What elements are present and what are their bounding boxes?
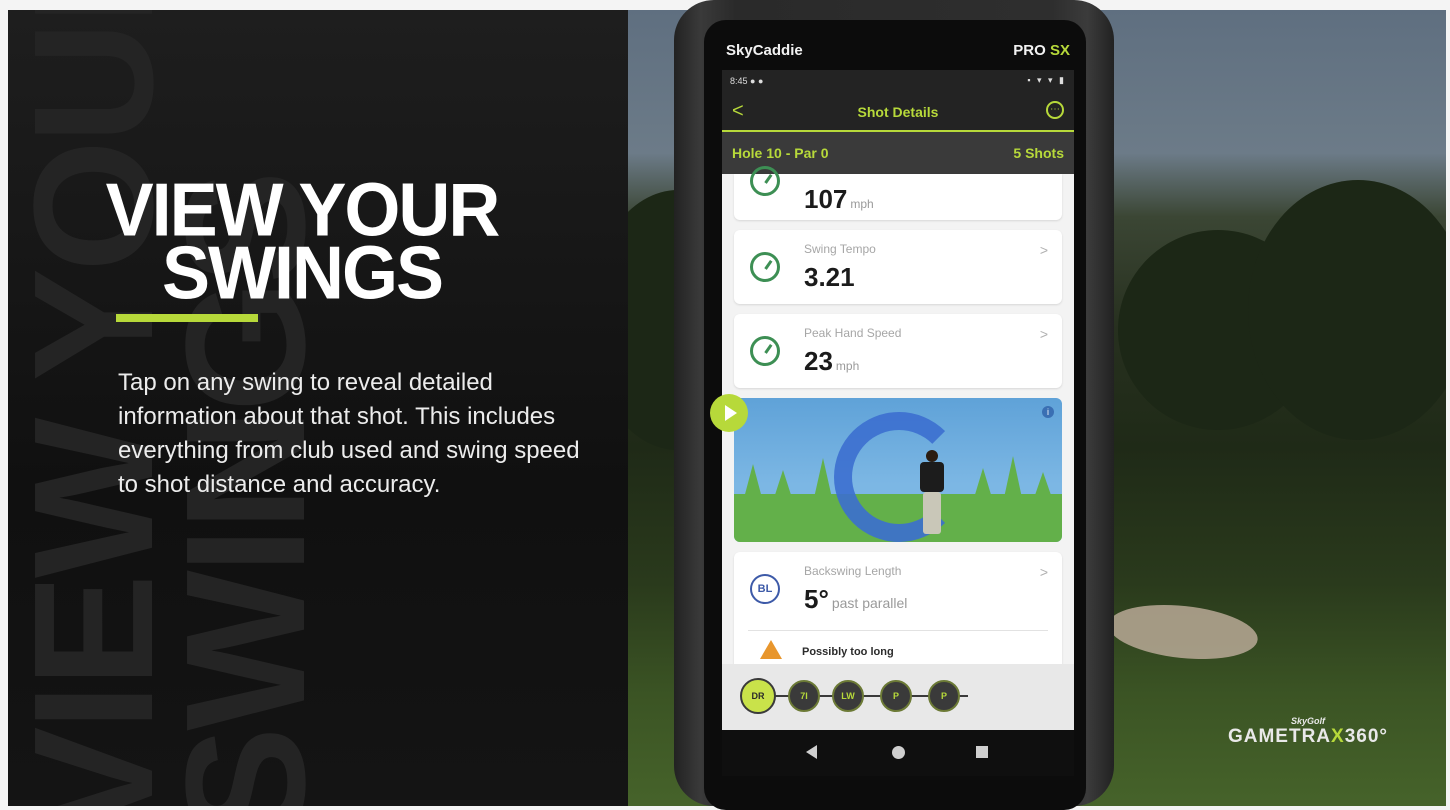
gametrax-logo: GAMETRAX360° [1208,726,1408,748]
skygolf-logo-text: SkyGolf [1290,716,1325,726]
more-options-icon[interactable]: ⋯ [1046,101,1064,119]
status-time: 8:45 ● ● [730,76,764,86]
accent-divider [116,314,258,322]
gametrax-logo-part: GAMETRA [1227,726,1332,747]
shot-count: 5 Shots [1013,145,1064,161]
chevron-right-icon: > [1039,242,1048,258]
club-chip-lw[interactable]: LW [832,680,864,712]
app-header: < Shot Details ⋯ [722,92,1074,132]
gauge-icon [750,336,780,366]
status-icons: ▪ ▾ ▾ ▮ [1027,75,1066,85]
metric-unit: past parallel [831,595,908,611]
hole-par-label: Hole 10 - Par 0 [732,145,829,161]
nav-home-icon[interactable] [892,746,905,759]
warning-icon [760,640,782,659]
metric-number: 23 [804,346,833,376]
nav-back-icon[interactable] [806,745,817,759]
divider [748,630,1048,631]
app-screen: 8:45 ● ● ▪ ▾ ▾ ▮ < Shot Details ⋯ Hole 1… [722,70,1074,730]
metric-number: 3.21 [804,262,855,292]
metric-number: 107 [804,184,848,214]
club-selector-bar: DR 7I LW P P [722,664,1074,730]
metric-card-swing-tempo[interactable]: Swing Tempo 3.21 > [734,230,1062,304]
club-chip-p[interactable]: P [928,680,960,712]
metric-value: 23 mph [804,346,859,377]
chevron-right-icon: > [1039,564,1048,580]
metric-value: 107 mph [804,184,874,215]
model-suffix: SX [1049,42,1070,59]
golfer-figure [923,492,941,534]
play-icon[interactable] [710,394,748,432]
golfer-figure [926,450,938,462]
metric-value: 5° past parallel [804,584,907,615]
device-brand-bar: SkyCaddie PRO SX [722,42,1070,60]
metric-value: 3.21 [804,262,855,293]
warning-text: Possibly too long [802,646,894,658]
android-navigation-bar [722,730,1074,776]
screen-title: Shot Details [857,104,939,120]
tree-graphic [814,458,832,498]
swing-animation-panel[interactable]: i [734,398,1062,542]
tree-graphic [744,464,762,498]
metric-card-backswing-length[interactable]: BL Backswing Length 5° past parallel > Po… [734,552,1062,664]
tree-graphic [1004,456,1022,498]
metric-number: 5° [804,584,829,614]
swing-path-arc [834,412,964,542]
metric-card-swing-speed[interactable]: 107 mph [734,166,1062,220]
left-panel: VIEW YOUR SWINGS VIEW YOUR SWINGS Tap on… [8,10,628,806]
hole-info-bar: Hole 10 - Par 0 5 Shots [722,132,1074,174]
gametrax-branding: SkyGolf GAMETRAX360° [1208,716,1408,748]
metric-label: Swing Tempo [804,242,876,256]
backswing-length-icon: BL [750,574,780,604]
gauge-icon [750,252,780,282]
sand-bunker [1105,598,1261,666]
golfer-figure [920,462,944,492]
description-text: Tap on any swing to reveal detailed info… [118,369,580,498]
metric-label: Backswing Length [804,564,902,578]
gauge-icon [750,166,780,196]
model-prefix: PRO [1013,42,1046,59]
metric-card-peak-hand-speed[interactable]: Peak Hand Speed 23 mph > [734,314,1062,388]
club-chip-dr[interactable]: DR [740,678,776,714]
gametrax-logo-360: 360° [1344,726,1389,747]
skycaddie-logo: SkyCaddie [726,42,803,59]
metric-unit: mph [850,197,874,211]
info-icon[interactable]: i [1042,406,1054,418]
club-chip-7i[interactable]: 7I [788,680,820,712]
device-model: PRO SX [1013,42,1070,59]
club-chip-p[interactable]: P [880,680,912,712]
chevron-right-icon: > [1039,326,1048,342]
gametrax-logo-x: X [1331,726,1345,747]
status-bar: 8:45 ● ● ▪ ▾ ▾ ▮ [722,70,1074,92]
headline: VIEW YOUR SWINGS [92,173,512,312]
metric-label: Peak Hand Speed [804,326,902,340]
metric-unit: mph [835,359,860,373]
nav-recent-apps-icon[interactable] [976,746,988,758]
